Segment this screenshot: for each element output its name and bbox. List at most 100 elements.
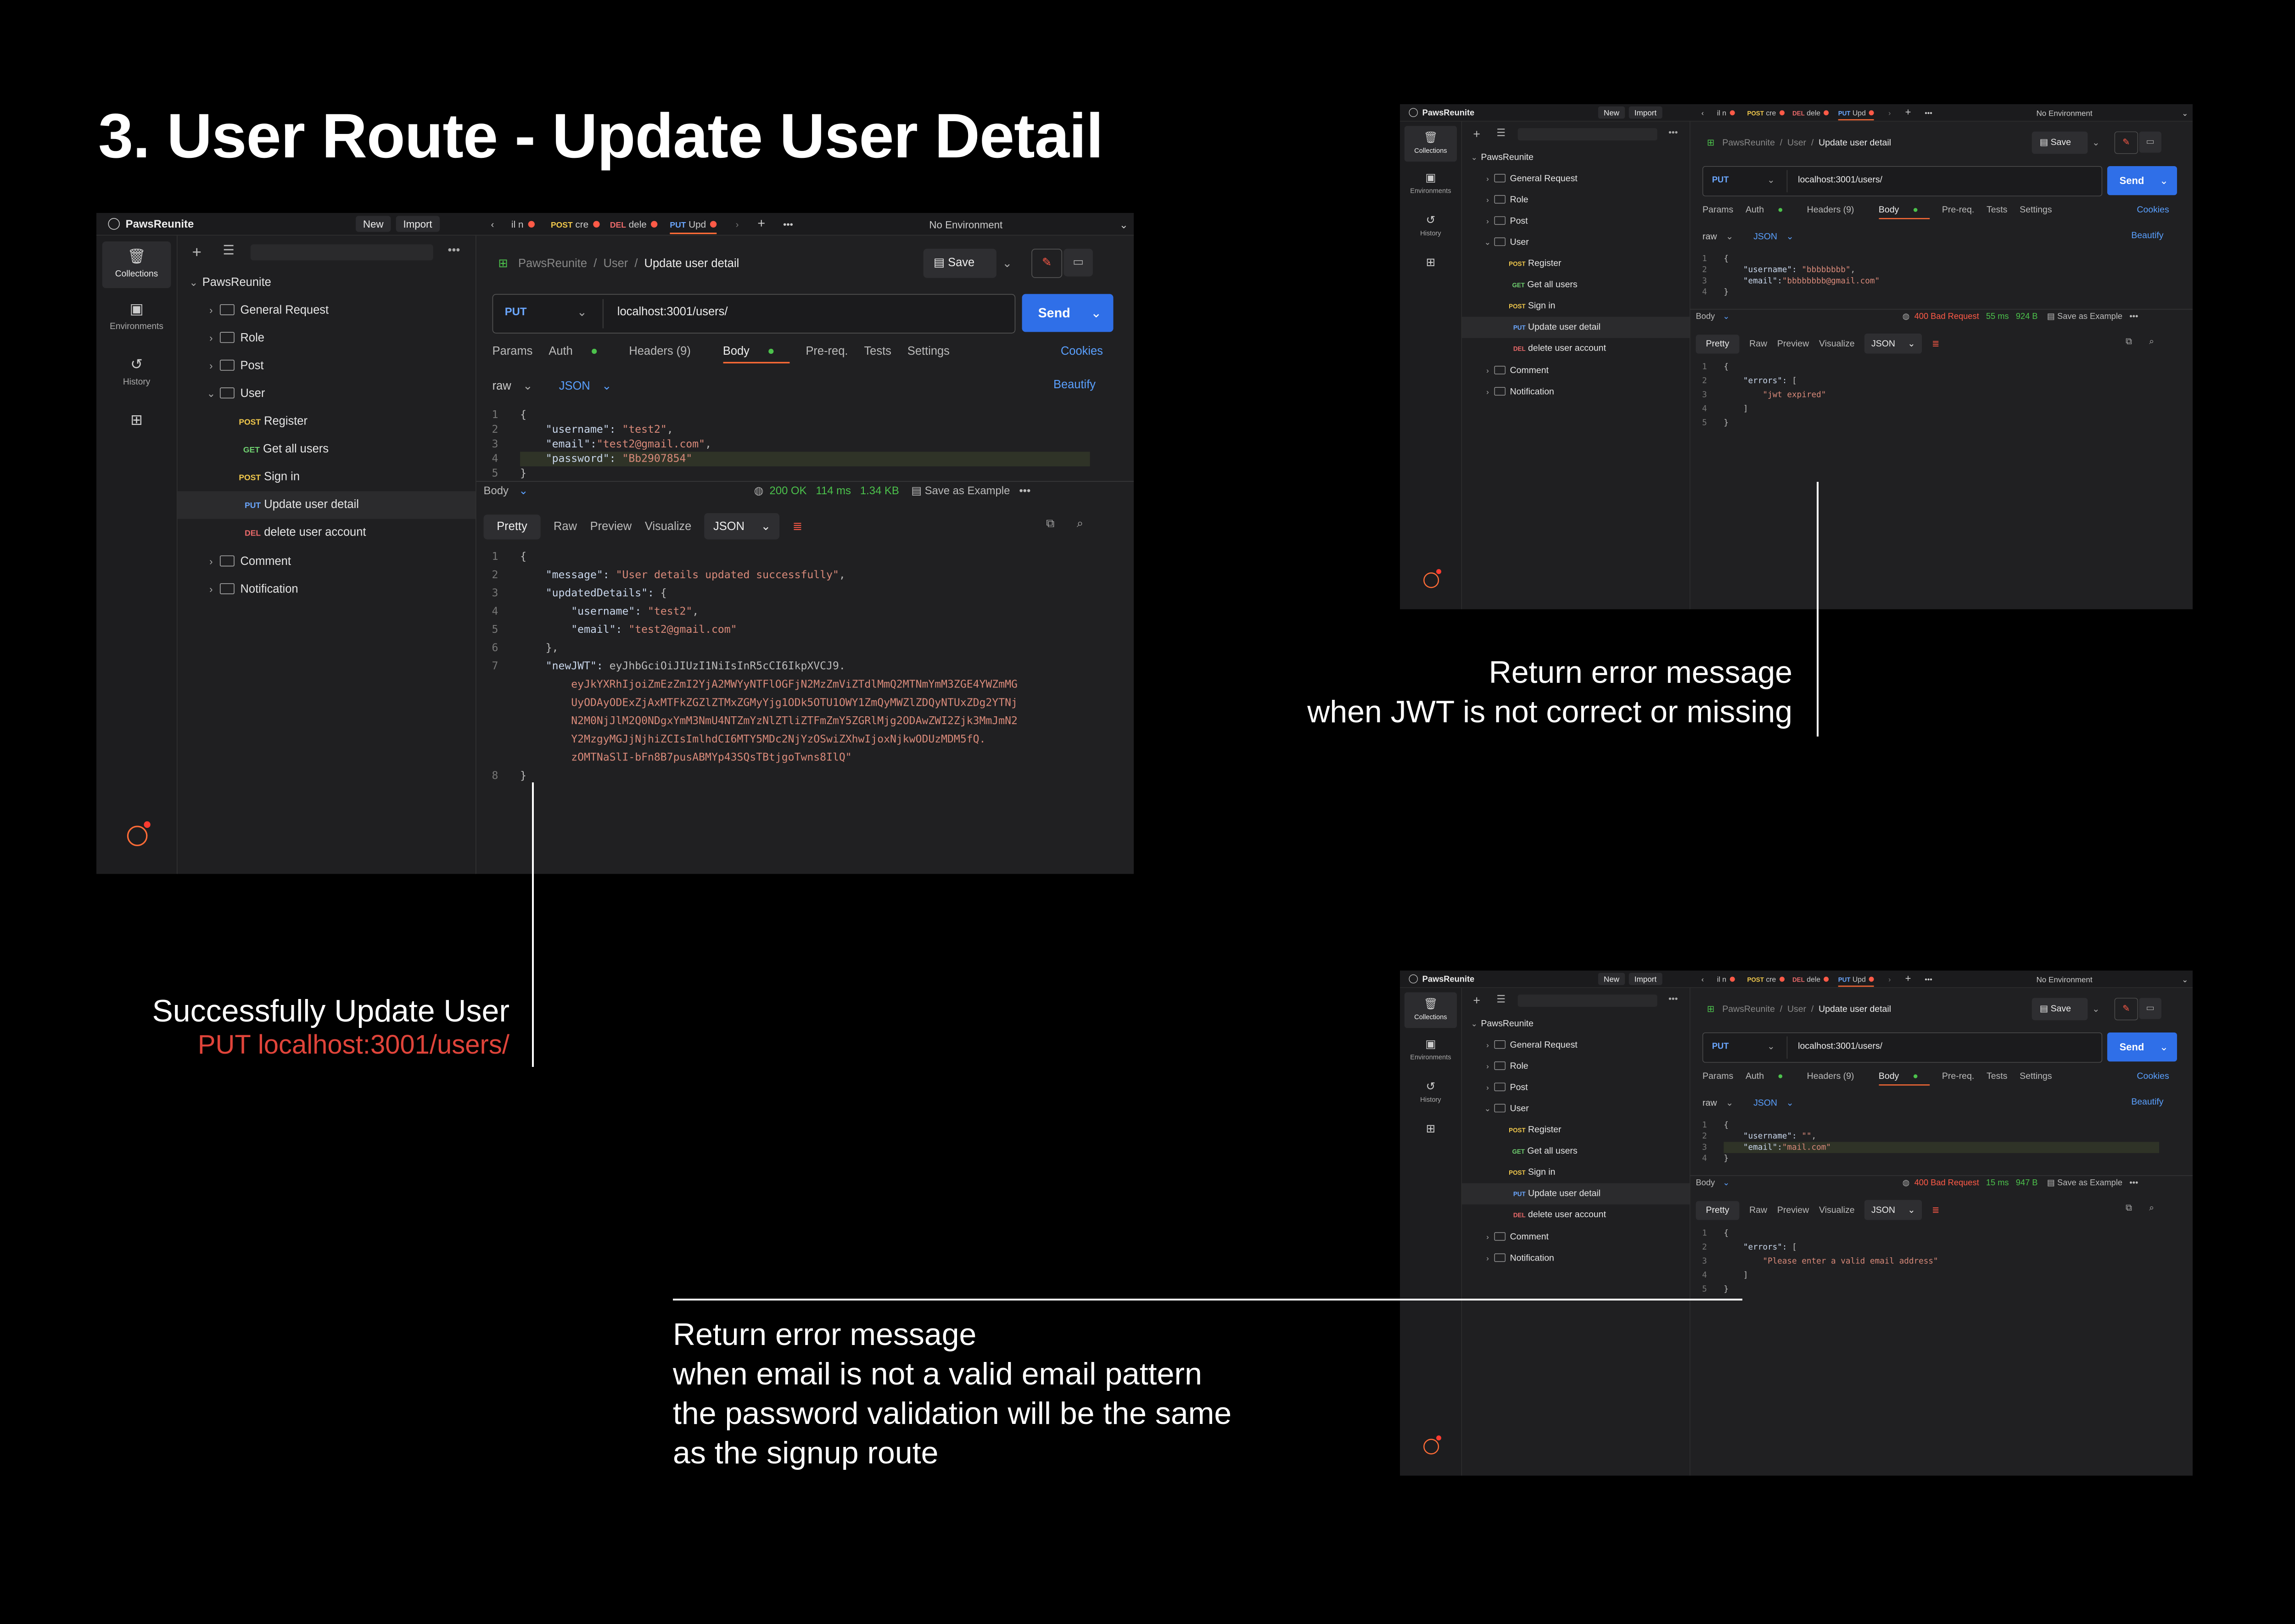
more-icon[interactable]: ••• [1019, 485, 1030, 497]
beautify-link[interactable]: Beautify [1053, 379, 1096, 392]
edit-icon[interactable]: ✎ [2114, 131, 2138, 154]
send-button[interactable]: Send ⌄ [2107, 166, 2177, 195]
tree-post[interactable]: › Post [1462, 210, 1690, 231]
response-json-select[interactable]: JSON ⌄ [1864, 333, 1922, 354]
rail-environments[interactable]: ▣ Environments [1405, 166, 1457, 202]
import-button[interactable]: Import [396, 216, 440, 232]
add-tab-icon[interactable]: + [1905, 106, 1911, 118]
tree-user[interactable]: ⌄ User [178, 379, 476, 407]
save-as-example-button[interactable]: Save as Example [2057, 312, 2122, 321]
tab-nav-left[interactable]: ‹ [1702, 109, 1704, 117]
tab-nav-right[interactable]: › [1888, 975, 1891, 983]
tab-raw[interactable]: Raw [1749, 339, 1767, 349]
url-input[interactable]: localhost:3001/users/ [1798, 175, 1882, 185]
response-body-select[interactable]: Body [1696, 1178, 1715, 1188]
tab-tests[interactable]: Tests [1987, 205, 2007, 215]
tree-delete-user-account[interactable]: DEL delete user account [178, 519, 476, 547]
filter-icon[interactable]: ☰ [1496, 993, 1506, 1005]
tab-body[interactable]: Body [1878, 205, 1930, 219]
tab-pretty[interactable]: Pretty [1696, 1201, 1740, 1220]
request-body-editor[interactable]: 1 {2 "username": "bbbbbbbb", 3 "email":"bb… [1690, 254, 2181, 316]
method-select[interactable]: PUT [505, 306, 527, 318]
filter-icon[interactable]: ☰ [1496, 127, 1506, 139]
rail-collections[interactable]: 🗑 Collections [1404, 126, 1457, 162]
tab-preview[interactable]: Preview [590, 520, 632, 533]
rail-environments[interactable]: ▣ Environments [102, 294, 171, 341]
send-button[interactable]: Send ⌄ [1022, 294, 1114, 332]
chevron-down-icon[interactable]: ⌄ [1002, 256, 1012, 271]
tab-body[interactable]: Body [1878, 1072, 1930, 1086]
comment-icon[interactable]: ▭ [2139, 998, 2161, 1019]
tree-general-request[interactable]: › General Request [1462, 168, 1690, 189]
tree-delete-user-account[interactable]: DEL delete user account [1462, 338, 1690, 359]
rail-history[interactable]: ↺ History [102, 350, 171, 396]
plus-icon[interactable]: + [192, 243, 201, 262]
tab-prereq[interactable]: Pre-req. [1942, 1072, 1974, 1081]
tab-visualize[interactable]: Visualize [645, 520, 691, 533]
tab-pretty[interactable]: Pretty [483, 514, 541, 540]
tab-nav-left[interactable]: ‹ [491, 219, 494, 230]
save-button[interactable]: ▤ Save [2032, 998, 2088, 1021]
tree-comment[interactable]: › Comment [178, 547, 476, 575]
raw-select[interactable]: raw [1702, 1099, 1717, 1108]
copy-icon[interactable]: ⧉ [2126, 337, 2132, 347]
save-as-example-button[interactable]: Save as Example [925, 485, 1010, 497]
import-button[interactable]: Import [1629, 106, 1662, 119]
tab-1[interactable]: il n [1717, 975, 1735, 983]
tree-update-user-detail[interactable]: PUT Update user detail [1461, 1183, 1690, 1205]
tree-post[interactable]: › Post [1462, 1077, 1690, 1098]
beautify-link[interactable]: Beautify [2131, 1097, 2163, 1107]
response-body-select[interactable]: Body [484, 485, 509, 497]
tab-settings[interactable]: Settings [2020, 205, 2052, 215]
new-button[interactable]: New [1598, 972, 1625, 985]
environment-select[interactable]: No Environment ⌄ [2036, 109, 2188, 118]
tree-update-user-detail[interactable]: PUT Update user detail [177, 491, 476, 519]
tab-pretty[interactable]: Pretty [1696, 335, 1740, 354]
response-json-select[interactable]: JSON ⌄ [704, 513, 780, 540]
tree-notification[interactable]: › Notification [178, 575, 476, 603]
chevron-down-icon[interactable]: ⌄ [2092, 1004, 2099, 1015]
wrap-icon[interactable]: ≣ [1932, 339, 1939, 349]
tab-settings[interactable]: Settings [2020, 1072, 2052, 1081]
more-tabs-icon[interactable]: ••• [1925, 975, 1932, 983]
tree-update-user-detail[interactable]: PUT Update user detail [1461, 317, 1690, 338]
wrap-icon[interactable]: ≣ [1932, 1205, 1939, 1215]
save-button[interactable]: ▤ Save [923, 248, 996, 278]
chevron-down-icon[interactable]: ⌄ [2092, 137, 2099, 148]
tab-headers[interactable]: Headers (9) [1807, 205, 1867, 215]
search-input[interactable] [250, 244, 433, 261]
environment-select[interactable]: No Environment ⌄ [2036, 975, 2188, 985]
tree-delete-user-account[interactable]: DEL delete user account [1462, 1205, 1690, 1226]
more-icon[interactable]: ••• [1668, 128, 1678, 138]
url-input[interactable]: localhost:3001/users/ [617, 306, 728, 319]
tree-notification[interactable]: › Notification [1462, 381, 1690, 402]
method-select[interactable]: PUT [1712, 1041, 1729, 1051]
tab-4-active[interactable]: PUT Upd [670, 219, 717, 234]
tab-1[interactable]: il n [1717, 109, 1735, 117]
rail-apps[interactable]: ⊞ [102, 405, 171, 435]
tree-root[interactable]: ⌄ PawsReunite [1462, 1013, 1690, 1034]
bootcamp-icon[interactable] [1423, 572, 1439, 588]
rail-history[interactable]: ↺ History [1405, 1075, 1457, 1111]
more-icon[interactable]: ••• [448, 244, 460, 257]
wrap-icon[interactable]: ≣ [793, 520, 802, 533]
search-input[interactable] [1517, 128, 1657, 141]
tree-root[interactable]: ⌄ PawsReunite [1462, 146, 1690, 167]
tree-notification[interactable]: › Notification [1462, 1247, 1690, 1268]
tab-nav-right[interactable]: › [1888, 109, 1891, 117]
tree-get-all-users[interactable]: GET Get all users [178, 435, 476, 463]
url-input[interactable]: localhost:3001/users/ [1798, 1041, 1882, 1051]
tree-comment[interactable]: › Comment [1462, 360, 1690, 381]
tab-nav-left[interactable]: ‹ [1702, 975, 1704, 983]
tab-params[interactable]: Params [493, 345, 533, 357]
tab-headers[interactable]: Headers (9) [629, 345, 706, 357]
method-select[interactable]: PUT [1712, 175, 1729, 184]
tree-register[interactable]: POST Register [178, 408, 476, 435]
save-as-example-button[interactable]: Save as Example [2057, 1178, 2122, 1188]
tab-params[interactable]: Params [1702, 1072, 1733, 1081]
tree-general-request[interactable]: › General Request [1462, 1034, 1690, 1055]
tab-prereq[interactable]: Pre-req. [806, 345, 848, 357]
rail-collections[interactable]: 🗑 Collections [102, 241, 171, 288]
tree-general-request[interactable]: › General Request [178, 296, 476, 324]
tab-settings[interactable]: Settings [907, 345, 950, 357]
